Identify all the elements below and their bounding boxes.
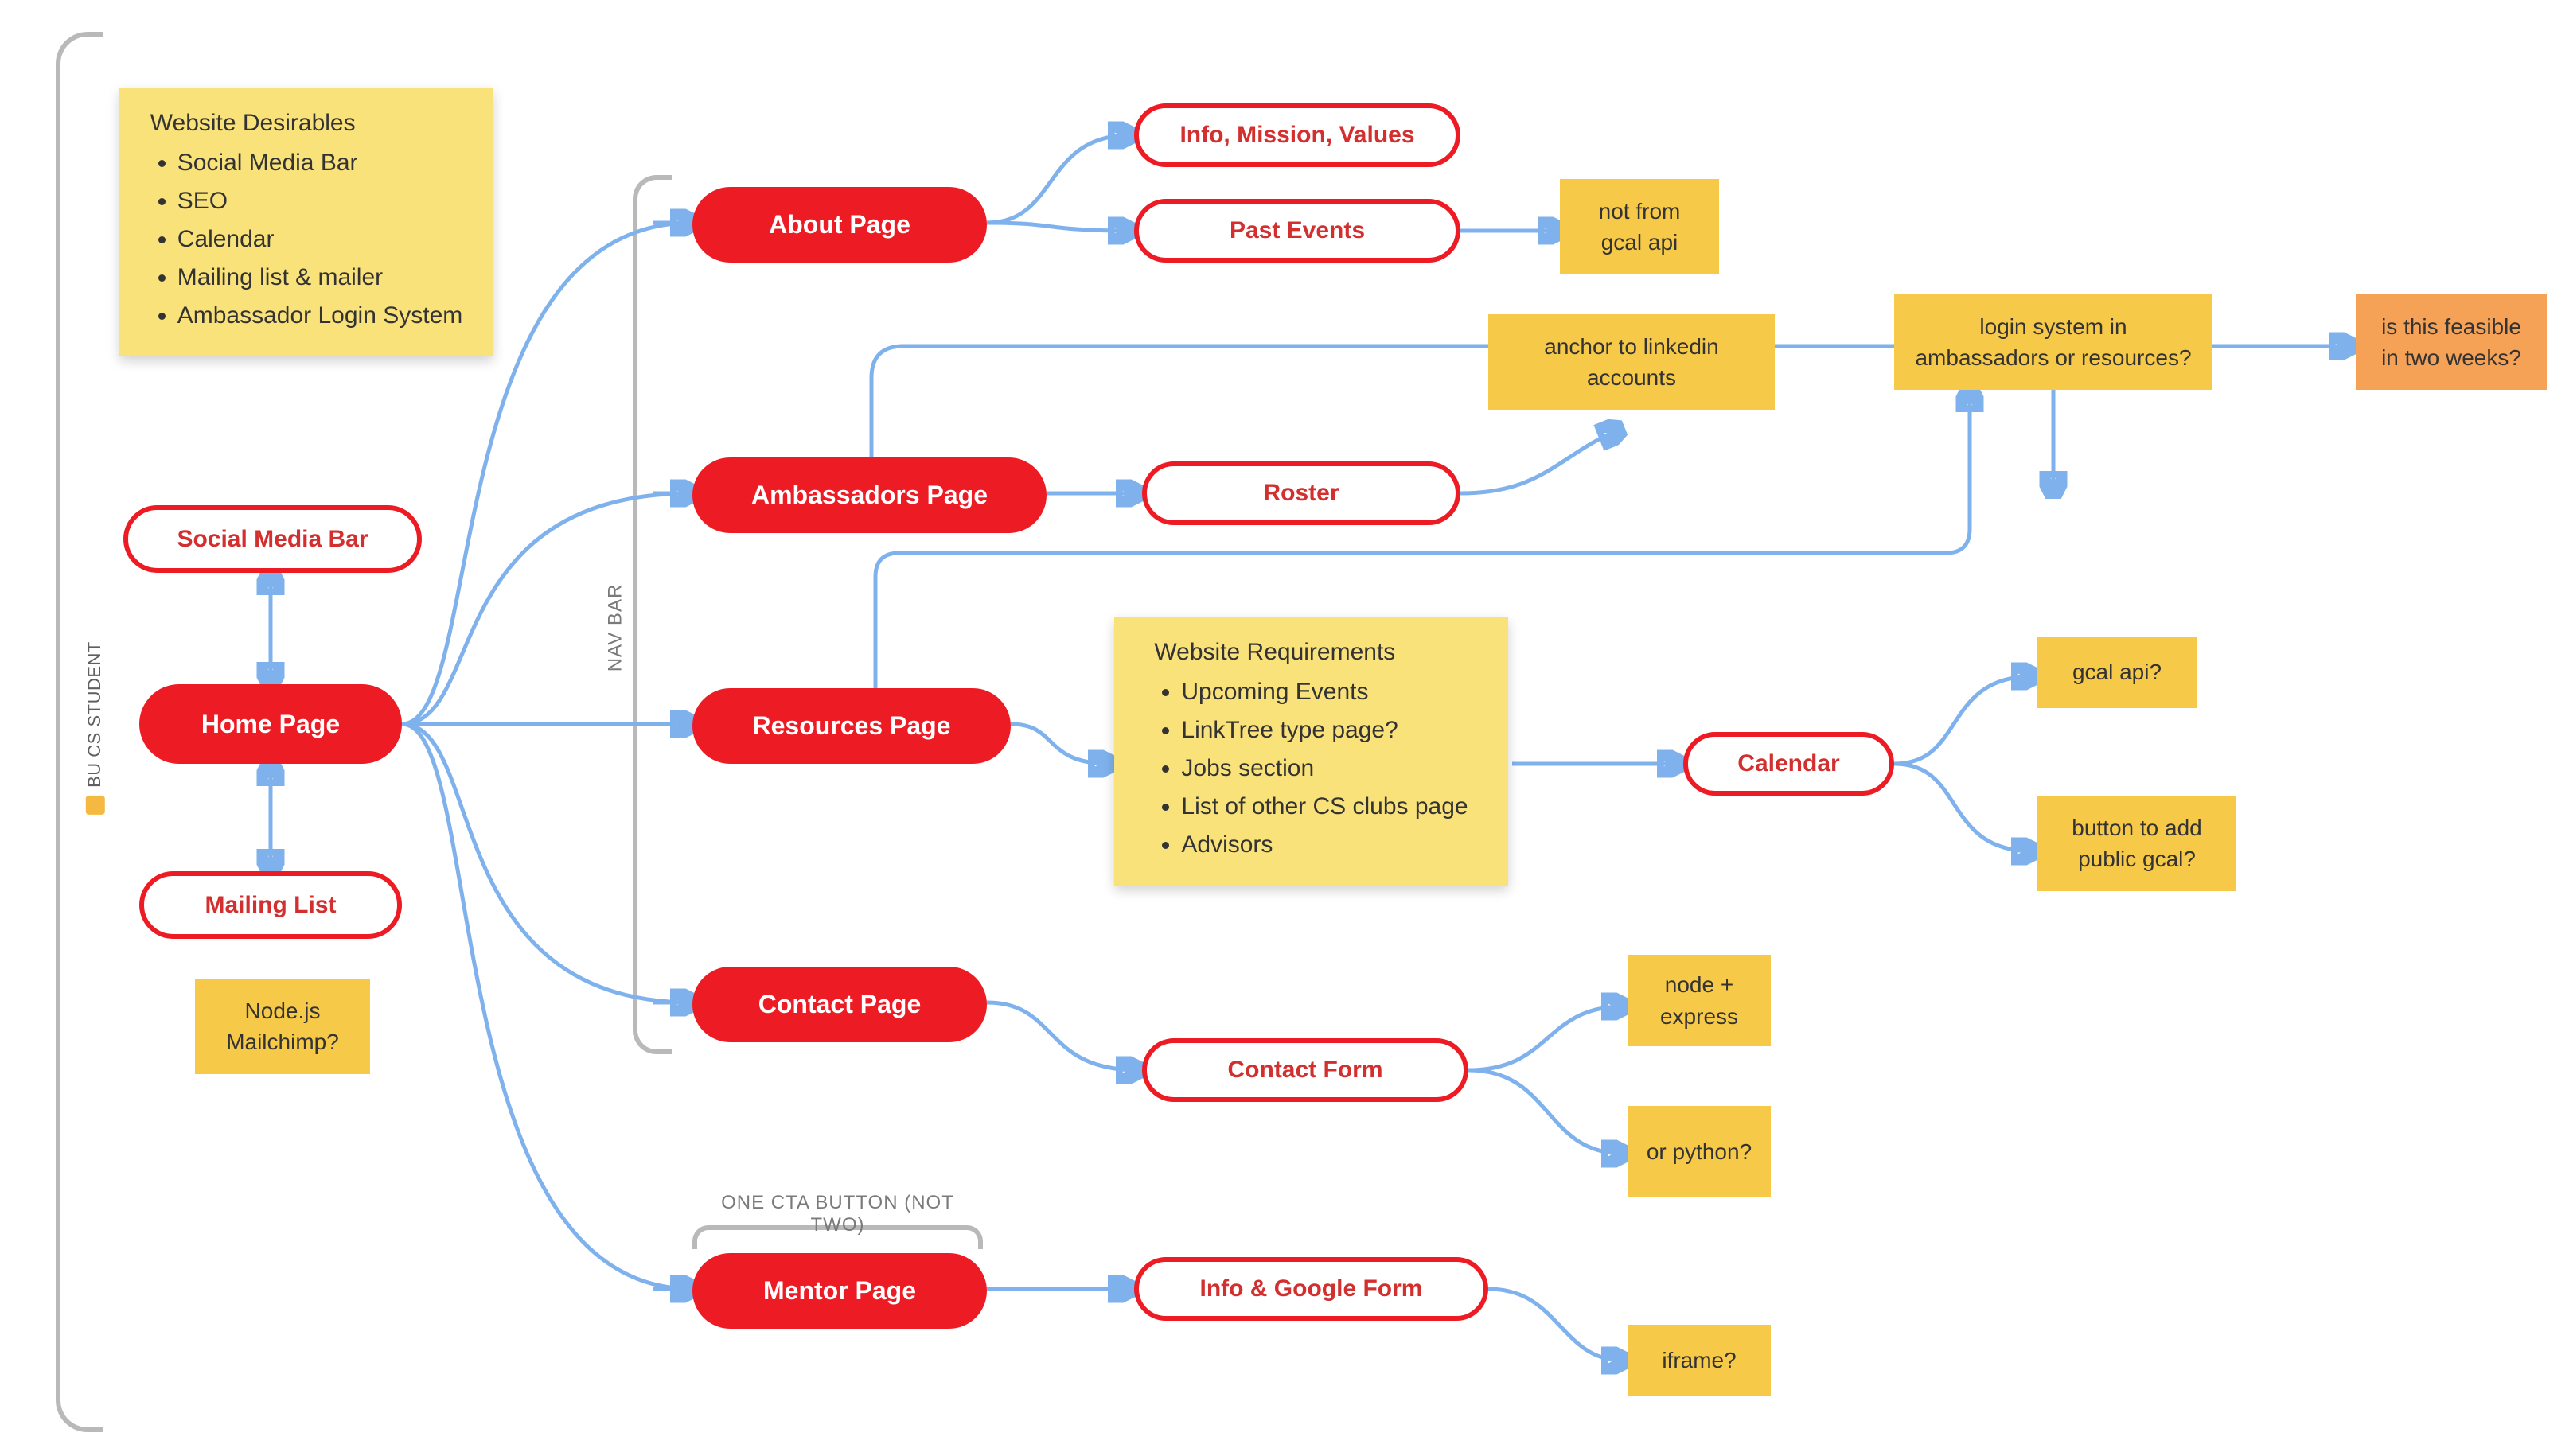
node-calendar[interactable]: Calendar — [1683, 732, 1894, 796]
cta-bracket-label: ONE CTA BUTTON (NOT TWO) — [692, 1192, 983, 1236]
sticky-requirements-heading: Website Requirements — [1154, 636, 1468, 669]
sticky-anchor-linkedin[interactable]: anchor to linkedin accounts — [1488, 314, 1775, 410]
node-roster[interactable]: Roster — [1142, 461, 1460, 525]
sticky-login-question[interactable]: login system in ambassadors or resources… — [1894, 294, 2212, 390]
diagram-canvas[interactable]: BU CS STUDENT NAV BAR ONE CTA BUTTON (NO… — [0, 0, 2573, 1456]
node-ambassadors-page[interactable]: Ambassadors Page — [692, 457, 1047, 533]
sticky-or-python[interactable]: or python? — [1628, 1106, 1771, 1197]
nav-bracket-label: NAV BAR — [604, 584, 626, 672]
sticky-not-gcal[interactable]: not from gcal api — [1560, 179, 1719, 274]
node-info-mission-values[interactable]: Info, Mission, Values — [1134, 103, 1460, 167]
node-mentor-page[interactable]: Mentor Page — [692, 1253, 987, 1329]
nav-bracket — [633, 175, 672, 1054]
outer-bracket — [56, 32, 103, 1432]
sticky-desirables-list: Social Media Bar SEO Calendar Mailing li… — [150, 146, 463, 333]
node-info-google-form[interactable]: Info & Google Form — [1134, 1257, 1488, 1321]
sticky-requirements-list: Upcoming Events LinkTree type page? Jobs… — [1154, 675, 1468, 862]
sticky-feasible[interactable]: is this feasible in two weeks? — [2356, 294, 2547, 390]
sticky-node-mailchimp[interactable]: Node.js Mailchimp? — [195, 979, 370, 1074]
sticky-node-express[interactable]: node + express — [1628, 955, 1771, 1046]
node-social-media-bar[interactable]: Social Media Bar — [123, 505, 422, 573]
node-home-page[interactable]: Home Page — [139, 684, 402, 764]
sticky-iframe[interactable]: iframe? — [1628, 1325, 1771, 1396]
node-about-page[interactable]: About Page — [692, 187, 987, 263]
sticky-desirables-heading: Website Desirables — [150, 107, 463, 140]
node-resources-page[interactable]: Resources Page — [692, 688, 1011, 764]
node-mailing-list[interactable]: Mailing List — [139, 871, 402, 939]
node-contact-page[interactable]: Contact Page — [692, 967, 987, 1042]
node-contact-form[interactable]: Contact Form — [1142, 1038, 1468, 1102]
sticky-desirables[interactable]: Website Desirables Social Media Bar SEO … — [119, 88, 493, 356]
sticky-add-gcal[interactable]: button to add public gcal? — [2037, 796, 2236, 891]
node-past-events[interactable]: Past Events — [1134, 199, 1460, 263]
sticky-gcal-api[interactable]: gcal api? — [2037, 637, 2197, 708]
sticky-requirements[interactable]: Website Requirements Upcoming Events Lin… — [1114, 617, 1508, 886]
